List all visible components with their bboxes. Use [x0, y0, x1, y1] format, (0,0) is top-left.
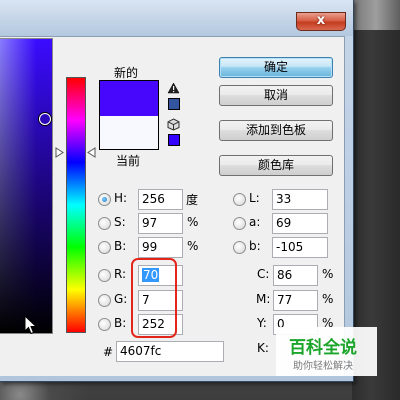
- brightness-radio[interactable]: [98, 241, 111, 254]
- lab-a-label: a:: [249, 215, 261, 229]
- blue-label: B:: [114, 316, 127, 330]
- watermark-subtitle: 助你轻松解决: [293, 361, 353, 372]
- hue-slider-left-arrow-icon[interactable]: [55, 147, 64, 158]
- blue-radio[interactable]: [98, 318, 111, 331]
- hue-unit: 度: [186, 193, 199, 207]
- color-field[interactable]: [0, 38, 53, 334]
- hex-field[interactable]: 4607fc: [116, 341, 224, 362]
- web-safe-cube-icon[interactable]: [167, 118, 180, 131]
- rgb-highlight-box: [131, 258, 177, 338]
- cyan-label: C:: [257, 267, 270, 281]
- hue-slider[interactable]: [66, 77, 86, 333]
- red-label: R:: [114, 267, 127, 281]
- lab-b-field[interactable]: -105: [272, 237, 328, 258]
- color-picker-window: x 新的 当前 确定 取消 添加到色板 颜色库 H: 256 度 S: 97 %: [0, 0, 354, 382]
- color-libraries-button[interactable]: 颜色库: [219, 155, 333, 176]
- ok-button[interactable]: 确定: [219, 57, 333, 78]
- brightness-field[interactable]: 99: [138, 237, 183, 258]
- color-field-marker[interactable]: [39, 113, 51, 125]
- lab-b-radio[interactable]: [233, 241, 246, 254]
- close-button[interactable]: x: [296, 12, 346, 31]
- out-of-gamut-warning-icon[interactable]: [167, 82, 180, 94]
- saturation-unit: %: [187, 215, 199, 229]
- cyan-unit: %: [322, 267, 334, 281]
- hue-field[interactable]: 256: [138, 189, 183, 210]
- saturation-label: S:: [114, 215, 126, 229]
- new-color-label: 新的: [114, 66, 139, 80]
- gamut-color-swatch[interactable]: [168, 98, 180, 110]
- hue-slider-right-arrow-icon[interactable]: [87, 147, 96, 158]
- lab-a-field[interactable]: 69: [272, 213, 328, 234]
- brightness-unit: %: [187, 239, 199, 253]
- lab-b-label: b:: [249, 239, 261, 253]
- hex-label: #: [103, 345, 114, 359]
- title-bar[interactable]: x: [0, 0, 353, 36]
- magenta-field[interactable]: 77: [273, 290, 318, 311]
- watermark-title: 百科全说: [289, 338, 357, 358]
- hue-label: H:: [114, 191, 128, 205]
- add-to-swatches-button[interactable]: 添加到色板: [219, 120, 333, 141]
- magenta-unit: %: [322, 292, 334, 306]
- current-color-swatch[interactable]: [99, 116, 159, 150]
- mouse-cursor-icon: [24, 315, 38, 335]
- lab-l-field[interactable]: 33: [272, 189, 328, 210]
- watermark-logo: 百科全说 助你轻松解决: [276, 327, 377, 376]
- magenta-label: M:: [256, 292, 271, 306]
- black-label: K:: [257, 341, 269, 355]
- hue-radio[interactable]: [98, 193, 111, 206]
- lab-l-radio[interactable]: [233, 193, 246, 206]
- yellow-label: Y:: [257, 316, 267, 330]
- red-radio[interactable]: [98, 269, 111, 282]
- saturation-field[interactable]: 97: [138, 213, 183, 234]
- lab-l-label: L:: [249, 191, 260, 205]
- web-safe-color-swatch[interactable]: [168, 134, 180, 146]
- saturation-radio[interactable]: [98, 217, 111, 230]
- lab-a-radio[interactable]: [233, 217, 246, 230]
- cancel-button[interactable]: 取消: [219, 85, 333, 106]
- brightness-label: B:: [114, 239, 127, 253]
- new-color-swatch: [99, 80, 159, 116]
- green-label: G:: [114, 292, 128, 306]
- cyan-field[interactable]: 86: [273, 265, 318, 286]
- current-color-label: 当前: [116, 154, 141, 168]
- green-radio[interactable]: [98, 294, 111, 307]
